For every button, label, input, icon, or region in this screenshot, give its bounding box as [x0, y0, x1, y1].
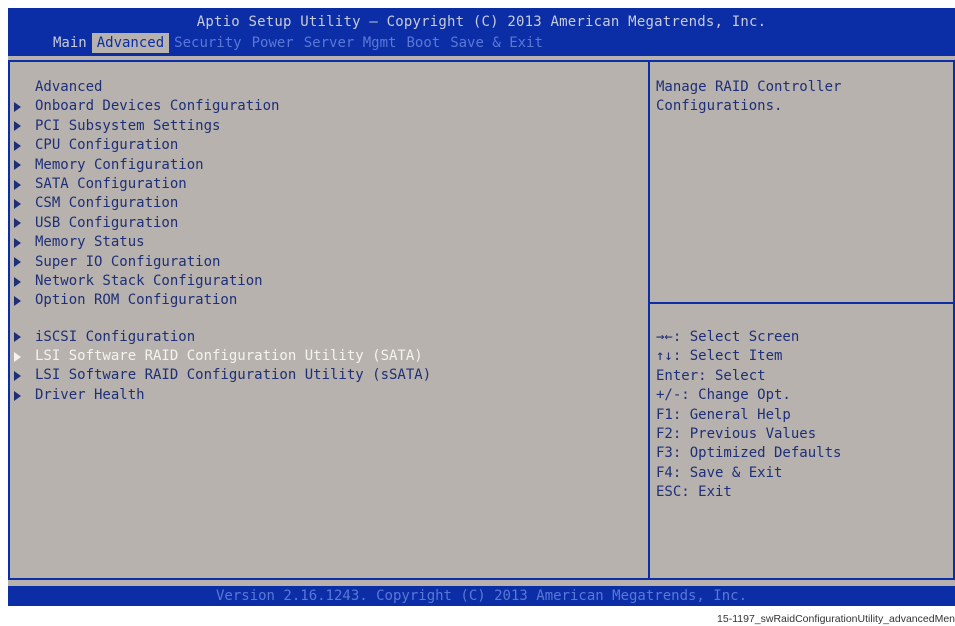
right-triangle-icon	[14, 332, 21, 343]
help-text: Manage RAID Controller Configurations.	[656, 79, 842, 115]
menu-heading: Advanced	[35, 79, 103, 95]
menu-item[interactable]: Network Stack Configuration	[14, 272, 644, 291]
header-bar: Aptio Setup Utility – Copyright (C) 2013…	[8, 8, 955, 56]
right-triangle-icon	[14, 276, 21, 287]
menu-item-label: LSI Software RAID Configuration Utility …	[35, 367, 432, 384]
right-triangle-icon	[14, 371, 21, 382]
tab-advanced[interactable]: Advanced	[91, 33, 170, 53]
menu-item[interactable]: LSI Software RAID Configuration Utility …	[14, 347, 644, 366]
menu-item-label: Onboard Devices Configuration	[35, 98, 280, 115]
menu-item-label: Super IO Configuration	[35, 253, 221, 270]
menu-item-label: Memory Configuration	[35, 156, 204, 173]
key-hint: F1: General Help	[656, 406, 791, 423]
right-triangle-icon	[14, 351, 21, 362]
right-triangle-icon	[14, 237, 21, 248]
menu-item-label: USB Configuration	[35, 214, 179, 231]
tab-boot[interactable]: Boot	[401, 33, 445, 53]
bios-screen: Aptio Setup Utility – Copyright (C) 2013…	[8, 8, 955, 606]
key-hint: →←: Select Screen	[656, 329, 800, 345]
menu-item-label: Network Stack Configuration	[35, 272, 263, 289]
help-divider	[650, 302, 953, 304]
help-panel: Manage RAID Controller Configurations. →…	[648, 60, 955, 580]
tab-security[interactable]: Security	[169, 33, 246, 53]
menu-item[interactable]: Super IO Configuration	[14, 253, 644, 272]
key-hint: Enter: Select	[656, 367, 766, 384]
menu-item-label: Driver Health	[35, 386, 145, 403]
window-title: Aptio Setup Utility – Copyright (C) 2013…	[196, 14, 767, 30]
menu-item[interactable]: Memory Status	[14, 233, 644, 252]
right-triangle-icon	[14, 199, 21, 210]
menu-item-label: CPU Configuration	[35, 137, 179, 154]
menu-item-label: LSI Software RAID Configuration Utility …	[35, 348, 423, 365]
menu-item-label: iSCSI Configuration	[35, 328, 196, 345]
menu-item-label: CSM Configuration	[35, 195, 179, 212]
key-hint: F4: Save & Exit	[656, 464, 783, 481]
tab-server-mgmt[interactable]: Server Mgmt	[299, 33, 402, 53]
menu-item-label: SATA Configuration	[35, 175, 187, 192]
menu-item-label: PCI Subsystem Settings	[35, 117, 221, 134]
menu-item[interactable]: PCI Subsystem Settings	[14, 117, 644, 136]
menu-panel: Advanced Onboard Devices Configuration PC…	[8, 60, 650, 580]
menu-item[interactable]: Onboard Devices Configuration	[14, 97, 644, 116]
menu-item[interactable]: Memory Configuration	[14, 156, 644, 175]
menu-item[interactable]: Option ROM Configuration	[14, 291, 644, 310]
tab-bar: Main Advanced Security Power Server Mgmt…	[48, 33, 548, 53]
key-hint: ↑↓: Select Item	[656, 348, 783, 365]
right-triangle-icon	[14, 179, 21, 190]
menu-item[interactable]: Driver Health	[14, 386, 644, 405]
right-triangle-icon	[14, 140, 21, 151]
tab-save-exit[interactable]: Save & Exit	[445, 33, 548, 53]
menu-item[interactable]: USB Configuration	[14, 214, 644, 233]
key-legend: →←: Select Screen ↑↓: Select Item Enter: S…	[656, 328, 951, 503]
menu-item[interactable]: CSM Configuration	[14, 194, 644, 213]
right-triangle-icon	[14, 160, 21, 171]
menu-item-label: Option ROM Configuration	[35, 292, 238, 309]
tab-main[interactable]: Main	[48, 33, 92, 53]
menu-item[interactable]: iSCSI Configuration	[14, 328, 644, 347]
menu-item[interactable]: CPU Configuration	[14, 136, 644, 155]
key-hint: F3: Optimized Defaults	[656, 445, 842, 462]
key-hint: +/-: Change Opt.	[656, 387, 791, 404]
right-triangle-icon	[14, 295, 21, 306]
key-hint: ESC: Exit	[656, 484, 732, 501]
menu-item[interactable]: LSI Software RAID Configuration Utility …	[14, 366, 644, 385]
key-hint: F2: Previous Values	[656, 425, 817, 442]
advanced-menu: Advanced Onboard Devices Configuration PC…	[14, 78, 644, 405]
right-triangle-icon	[14, 218, 21, 229]
footer-bar: Version 2.16.1243. Copyright (C) 2013 Am…	[8, 586, 955, 606]
menu-spacer	[14, 311, 644, 328]
right-triangle-icon	[14, 390, 21, 401]
figure-caption: 15-1197_swRaidConfigurationUtility_advan…	[717, 613, 955, 625]
menu-item-label: Memory Status	[35, 234, 145, 251]
tab-power[interactable]: Power	[247, 33, 299, 53]
right-triangle-icon	[14, 257, 21, 268]
right-triangle-icon	[14, 102, 21, 113]
right-triangle-icon	[14, 121, 21, 132]
menu-item[interactable]: SATA Configuration	[14, 175, 644, 194]
